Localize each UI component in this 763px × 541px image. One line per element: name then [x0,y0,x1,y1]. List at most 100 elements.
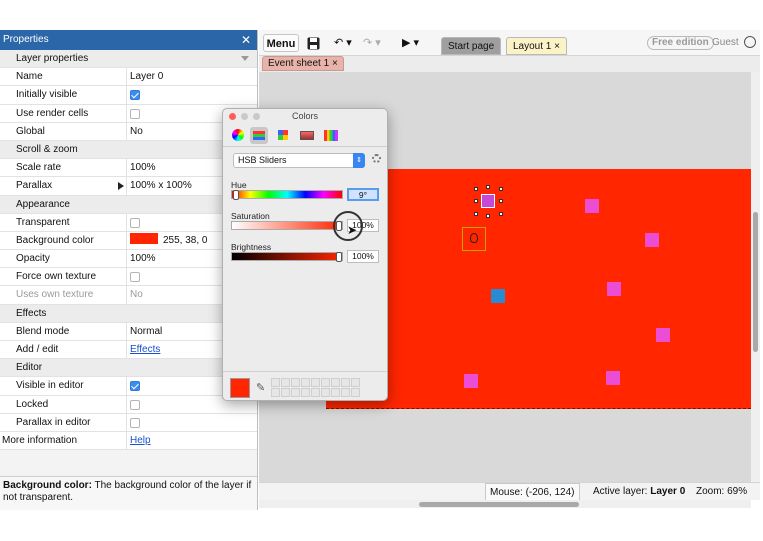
property-section-header[interactable]: Appearance [0,195,257,214]
color-palettes-icon[interactable] [274,127,292,144]
empty-swatch[interactable] [291,388,300,397]
selected-sprite[interactable] [481,194,495,208]
property-row[interactable]: Locked [0,395,257,414]
link-text[interactable]: Effects [130,344,160,355]
image-palettes-icon[interactable] [298,127,316,144]
tab-event-sheet-1[interactable]: Event sheet 1 × [262,56,344,71]
property-row[interactable]: Add / edit Effects [0,341,257,360]
empty-swatch[interactable] [331,388,340,397]
play-icon[interactable]: ▶ ▾ [402,34,424,52]
empty-swatch[interactable] [311,378,320,387]
property-row[interactable]: Visible in editor [0,377,257,396]
property-section-header[interactable]: Scroll & zoom [0,140,257,160]
slider-mode-select[interactable]: HSB Sliders ⇕ [233,153,365,168]
pink-sprite[interactable] [585,199,599,213]
eyedropper-icon[interactable]: ✎ [256,381,265,394]
resize-handle[interactable] [486,214,490,218]
property-row[interactable]: Transparent [0,213,257,232]
property-row[interactable]: Use render cells [0,104,257,123]
property-section-header[interactable]: Editor [0,359,257,378]
color-sliders-icon[interactable] [250,127,268,144]
resize-handle[interactable] [474,199,478,203]
property-value[interactable]: No [130,286,143,304]
checkbox-unchecked[interactable] [130,417,140,428]
pink-sprite[interactable] [464,374,478,388]
property-value[interactable]: 100% [130,250,156,268]
resize-handle[interactable] [474,187,478,191]
checkbox-unchecked[interactable] [130,272,140,283]
pink-sprite[interactable] [656,328,670,342]
property-section-header[interactable]: Effects [0,304,257,323]
link-text[interactable]: Help [130,435,151,446]
resize-handle[interactable] [499,212,503,216]
close-icon[interactable]: × [332,58,338,69]
guest-label[interactable]: Guest [712,36,739,50]
close-icon[interactable]: ✕ [241,30,251,50]
property-row[interactable]: Initially visible [0,86,257,105]
horizontal-scroll-thumb[interactable] [419,502,579,507]
gear-icon[interactable] [372,154,381,163]
layout-background[interactable] [326,169,751,409]
pink-sprite[interactable] [607,282,621,296]
checkbox-checked[interactable] [130,381,140,392]
minimize-window-button[interactable] [241,113,248,120]
empty-swatch[interactable] [321,388,330,397]
empty-swatch[interactable] [341,378,350,387]
brightness-slider[interactable] [231,252,343,262]
resize-handle[interactable] [486,185,490,189]
resize-handle[interactable] [499,199,503,203]
property-row[interactable]: Name Layer 0 [0,68,257,87]
vertical-scroll-thumb[interactable] [753,212,758,352]
property-row[interactable]: Force own texture [0,268,257,287]
empty-swatch[interactable] [281,388,290,397]
close-icon[interactable]: × [554,41,560,52]
empty-swatch[interactable] [351,388,360,397]
property-row[interactable]: Parallax 100% x 100% [0,177,257,196]
hue-slider-thumb[interactable] [233,190,239,200]
color-swatch[interactable] [130,232,158,244]
current-color-swatch[interactable] [230,378,250,398]
empty-swatch[interactable] [351,378,360,387]
property-section-header[interactable]: Layer properties [0,50,257,69]
checkbox-checked[interactable] [130,90,140,101]
property-value[interactable]: 100% x 100% [130,177,192,195]
free-edition-badge[interactable]: Free edition [647,36,714,50]
property-value[interactable]: 100% [130,159,156,177]
property-link[interactable]: Effects [130,341,160,359]
property-row[interactable]: More information Help [0,431,257,451]
hue-value-field[interactable]: 9° [347,188,379,201]
light-bulb-object[interactable] [462,227,486,251]
saturation-slider[interactable] [231,221,343,231]
user-icon[interactable] [744,36,756,48]
vertical-scrollbar[interactable] [751,72,760,482]
undo-icon[interactable]: ↶ ▾ [334,34,356,52]
property-row[interactable]: Parallax in editor [0,413,257,432]
property-row[interactable]: Blend mode Normal [0,322,257,341]
checkbox-unchecked[interactable] [130,399,140,410]
empty-swatch[interactable] [301,388,310,397]
property-value[interactable]: Normal [130,323,162,341]
expand-icon[interactable] [118,182,124,191]
empty-swatch[interactable] [331,378,340,387]
menu-button[interactable]: Menu [263,34,299,52]
collapse-icon[interactable] [241,56,249,61]
brightness-value-field[interactable]: 100% [347,250,379,263]
close-window-button[interactable] [229,113,236,120]
property-row[interactable]: Background color 255, 38, 0 [0,231,257,251]
empty-swatch[interactable] [301,378,310,387]
saved-swatches-grid[interactable] [271,378,360,397]
property-value[interactable]: 255, 38, 0 [130,232,207,250]
tab-start-page[interactable]: Start page [441,37,502,55]
empty-swatch[interactable] [311,388,320,397]
pencils-icon[interactable] [322,127,340,144]
zoom-window-button[interactable] [253,113,260,120]
empty-swatch[interactable] [291,378,300,387]
checkbox-unchecked[interactable] [130,108,140,119]
checkbox-unchecked[interactable] [130,217,140,228]
hue-slider[interactable] [231,190,343,200]
resize-handle[interactable] [499,187,503,191]
empty-swatch[interactable] [281,378,290,387]
brightness-slider-thumb[interactable] [336,252,342,262]
property-row[interactable]: Opacity 100% [0,250,257,269]
property-link[interactable]: Help [130,432,151,450]
